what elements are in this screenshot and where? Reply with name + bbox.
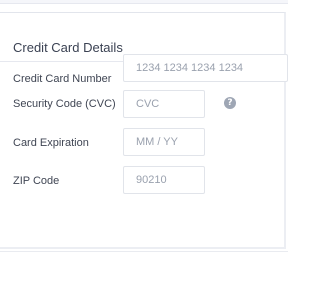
card-number-label: Credit Card Number (13, 73, 112, 85)
security-code-input[interactable] (123, 90, 205, 118)
card-expiration-label: Card Expiration (13, 137, 89, 149)
top-strip (0, 0, 288, 4)
question-icon[interactable]: ? (224, 97, 236, 109)
card-number-input[interactable] (123, 54, 288, 82)
credit-card-form: Credit Card Details Credit Card Number S… (0, 12, 288, 249)
zip-code-input[interactable] (123, 166, 205, 194)
bottom-divider (0, 251, 288, 252)
card-expiration-input[interactable] (123, 128, 205, 156)
zip-code-label: ZIP Code (13, 175, 60, 187)
form-title: Credit Card Details (13, 40, 123, 55)
security-code-label: Security Code (CVC) (13, 98, 116, 110)
page: Credit Card Details Credit Card Number S… (0, 0, 288, 288)
